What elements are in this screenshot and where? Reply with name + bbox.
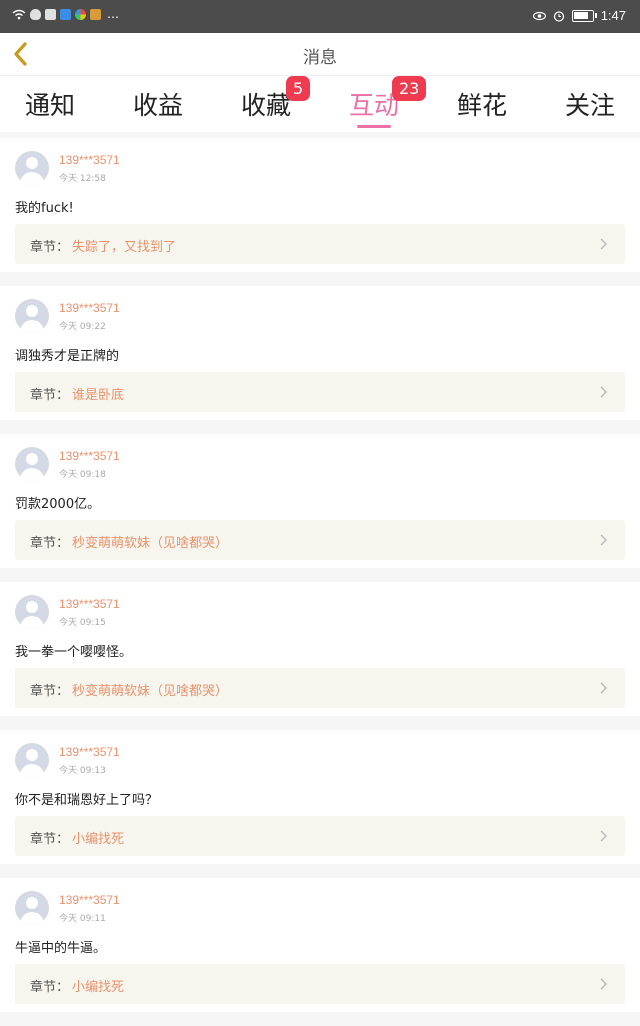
username[interactable]: 139***3571 — [59, 301, 120, 315]
message-time: 今天 09:15 — [59, 618, 106, 628]
active-tab-indicator — [357, 125, 391, 128]
chapter-title: 秒变萌萌软妹（见啥都哭） — [72, 536, 229, 551]
chapter-link[interactable]: 章节： 秒变萌萌软妹（见啥都哭） — [15, 668, 625, 708]
message-tabs: 通知 收益 收藏 5 互动 23 鲜花 关注 — [0, 76, 640, 132]
message-text: 调独秀才是正牌的 — [15, 349, 120, 364]
chapter-label: 章节： — [30, 980, 70, 995]
notification-icons: … — [12, 7, 119, 21]
chapter-label: 章节： — [30, 240, 70, 255]
message-time: 今天 12:58 — [59, 174, 106, 184]
chapter-link[interactable]: 章节： 秒变萌萌软妹（见啥都哭） — [15, 520, 625, 560]
tab-notifications[interactable]: 通知 — [0, 86, 100, 122]
eye-comfort-icon — [532, 11, 546, 20]
avatar[interactable] — [15, 299, 49, 333]
chevron-right-icon — [600, 830, 608, 842]
message-card: 139***3571 今天 09:13 你不是和瑞恩好上了吗？ 章节： 小编找死 — [0, 730, 640, 864]
chapter-label: 章节： — [30, 536, 70, 551]
app-k-icon — [60, 9, 71, 20]
username[interactable]: 139***3571 — [59, 597, 120, 611]
username[interactable]: 139***3571 — [59, 153, 120, 167]
unread-badge: 23 — [392, 76, 427, 101]
clock-time: 1:47 — [600, 8, 626, 23]
message-text: 罚款2000亿。 — [15, 497, 101, 512]
tab-flowers[interactable]: 鲜花 — [432, 86, 532, 122]
chapter-label: 章节： — [30, 832, 70, 847]
message-time: 今天 09:11 — [59, 914, 106, 924]
chapter-label: 章节： — [30, 684, 70, 699]
system-icons: 1:47 — [532, 8, 626, 23]
more-icon: … — [107, 7, 119, 21]
chevron-right-icon — [600, 386, 608, 398]
message-text: 牛逼中的牛逼。 — [15, 941, 107, 956]
battery-icon — [571, 9, 597, 22]
mail-icon — [45, 9, 56, 20]
chapter-title: 小编找死 — [72, 832, 125, 847]
chevron-right-icon — [600, 534, 608, 546]
tab-follows[interactable]: 关注 — [540, 86, 640, 122]
chapter-label: 章节： — [30, 388, 70, 403]
tab-favorites[interactable]: 收藏 5 — [216, 76, 316, 122]
message-card: 139***3571 今天 12:58 我的fuck! 章节： 失踪了，又找到了 — [0, 138, 640, 272]
chapter-link[interactable]: 章节： 小编找死 — [15, 816, 625, 856]
avatar[interactable] — [15, 743, 49, 777]
chapter-title: 谁是卧底 — [72, 388, 125, 403]
chapter-link[interactable]: 章节： 失踪了，又找到了 — [15, 224, 625, 264]
message-card: 139***3571 今天 09:11 牛逼中的牛逼。 章节： 小编找死 — [0, 878, 640, 1012]
message-time: 今天 09:13 — [59, 766, 106, 776]
chapter-link[interactable]: 章节： 小编找死 — [15, 964, 625, 1004]
username[interactable]: 139***3571 — [59, 893, 120, 907]
wifi-icon — [12, 9, 26, 20]
chevron-right-icon — [600, 682, 608, 694]
tab-earnings[interactable]: 收益 — [108, 86, 208, 122]
tab-label: 收藏 — [240, 91, 291, 120]
status-bar: … 1:47 — [0, 0, 640, 33]
chapter-title: 小编找死 — [72, 980, 125, 995]
message-card: 139***3571 今天 09:15 我一拳一个嘤嘤怪。 章节： 秒变萌萌软妹… — [0, 582, 640, 716]
message-time: 今天 09:22 — [59, 322, 106, 332]
chapter-link[interactable]: 章节： 谁是卧底 — [15, 372, 625, 412]
username[interactable]: 139***3571 — [59, 449, 120, 463]
chevron-right-icon — [600, 238, 608, 250]
avatar[interactable] — [15, 447, 49, 481]
qq-icon — [30, 9, 41, 20]
navigation-bar: 消息 — [0, 33, 640, 76]
alarm-icon — [553, 10, 564, 22]
tab-interactions[interactable]: 互动 23 — [324, 76, 427, 122]
tab-label: 收益 — [132, 91, 183, 120]
chevron-right-icon — [600, 978, 608, 990]
tab-label: 通知 — [24, 91, 75, 120]
unread-badge: 5 — [286, 76, 311, 101]
avatar[interactable] — [15, 595, 49, 629]
avatar[interactable] — [15, 891, 49, 925]
message-text: 你不是和瑞恩好上了吗？ — [15, 793, 159, 808]
message-text: 我一拳一个嘤嘤怪。 — [15, 645, 133, 660]
message-text: 我的fuck! — [15, 201, 74, 216]
username[interactable]: 139***3571 — [59, 745, 120, 759]
avatar[interactable] — [15, 151, 49, 185]
page-title: 消息 — [303, 48, 337, 68]
message-time: 今天 09:18 — [59, 470, 106, 480]
tab-label: 关注 — [564, 91, 615, 120]
cat-icon — [90, 9, 101, 20]
message-card: 139***3571 今天 09:18 罚款2000亿。 章节： 秒变萌萌软妹（… — [0, 434, 640, 568]
chapter-title: 秒变萌萌软妹（见啥都哭） — [72, 684, 229, 699]
message-card: 139***3571 今天 09:22 调独秀才是正牌的 章节： 谁是卧底 — [0, 286, 640, 420]
tab-label: 鲜花 — [456, 91, 507, 120]
chapter-title: 失踪了，又找到了 — [72, 240, 177, 255]
pinwheel-icon — [75, 9, 86, 20]
message-list: 139***3571 今天 12:58 我的fuck! 章节： 失踪了，又找到了… — [0, 138, 640, 1026]
